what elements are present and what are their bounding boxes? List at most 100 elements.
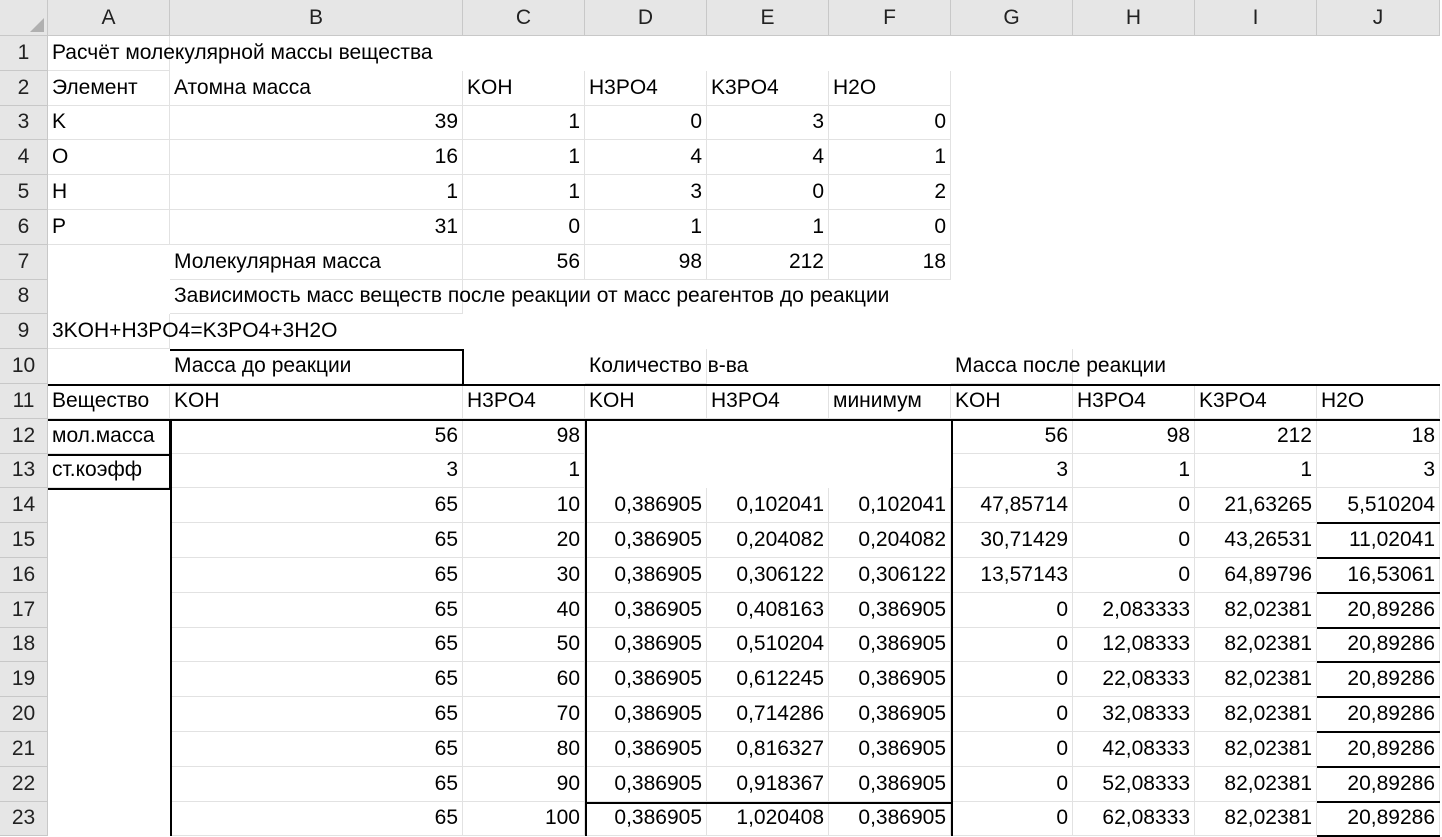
cell-e5[interactable]: 0 xyxy=(707,175,829,210)
cell-d4[interactable]: 4 xyxy=(585,140,707,176)
cell-b19[interactable]: 65 xyxy=(170,662,463,698)
cell-i16[interactable]: 64,89796 xyxy=(1195,558,1317,593)
row-header-17[interactable]: 17 xyxy=(0,592,48,628)
row-header-13[interactable]: 13 xyxy=(0,453,48,489)
cell-d16[interactable]: 0,386905 xyxy=(585,558,707,593)
cell-b22[interactable]: 65 xyxy=(170,766,463,802)
cell-d3[interactable]: 0 xyxy=(585,105,707,141)
cell-c15[interactable]: 20 xyxy=(463,523,585,558)
cell-g15[interactable]: 30,71429 xyxy=(951,523,1073,558)
cell-e23[interactable]: 1,020408 xyxy=(707,801,829,837)
cell-d21[interactable]: 0,386905 xyxy=(585,732,707,767)
column-header-e[interactable]: E xyxy=(707,0,829,36)
cell-e14[interactable]: 0,102041 xyxy=(707,488,829,524)
cell-i18[interactable]: 82,02381 xyxy=(1195,627,1317,663)
cell-e19[interactable]: 0,612245 xyxy=(707,662,829,698)
row-header-7[interactable]: 7 xyxy=(0,244,48,280)
row-header-20[interactable]: 20 xyxy=(0,697,48,732)
cell-g18[interactable]: 0 xyxy=(951,627,1073,663)
row-header-15[interactable]: 15 xyxy=(0,523,48,558)
cell-j11[interactable]: H2O xyxy=(1317,384,1440,419)
cell-g10[interactable]: Масса после реакции xyxy=(951,349,1166,384)
row-header-6[interactable]: 6 xyxy=(0,210,48,245)
column-header-f[interactable]: F xyxy=(829,0,951,36)
cell-f14[interactable]: 0,102041 xyxy=(829,488,951,524)
cell-g11[interactable]: KOH xyxy=(951,384,1073,419)
cell-b10[interactable]: Масса до реакции xyxy=(170,349,463,384)
column-header-g[interactable]: G xyxy=(951,0,1073,36)
column-header-i[interactable]: I xyxy=(1195,0,1317,36)
cell-d18[interactable]: 0,386905 xyxy=(585,627,707,663)
cell-h20[interactable]: 32,08333 xyxy=(1073,697,1195,732)
cell-c22[interactable]: 90 xyxy=(463,766,585,802)
column-header-d[interactable]: D xyxy=(585,0,707,36)
cell-c2[interactable]: KOH xyxy=(463,70,585,106)
cell-e15[interactable]: 0,204082 xyxy=(707,523,829,558)
cell-f5[interactable]: 2 xyxy=(829,175,951,210)
cell-c5[interactable]: 1 xyxy=(463,175,585,210)
column-header-h[interactable]: H xyxy=(1073,0,1195,36)
row-header-2[interactable]: 2 xyxy=(0,70,48,106)
cell-j18[interactable]: 20,89286 xyxy=(1317,627,1440,663)
cell-d7[interactable]: 98 xyxy=(585,244,707,280)
cell-a11[interactable]: Вещество xyxy=(48,384,170,419)
cell-f16[interactable]: 0,306122 xyxy=(829,558,951,593)
cell-f6[interactable]: 0 xyxy=(829,210,951,245)
cell-d14[interactable]: 0,386905 xyxy=(585,488,707,524)
cell-g21[interactable]: 0 xyxy=(951,732,1073,767)
cell-g14[interactable]: 47,85714 xyxy=(951,488,1073,524)
cell-g13[interactable]: 3 xyxy=(951,453,1073,489)
column-header-b[interactable]: B xyxy=(170,0,463,36)
cell-j17[interactable]: 20,89286 xyxy=(1317,592,1440,628)
cell-g22[interactable]: 0 xyxy=(951,766,1073,802)
cell-b2[interactable]: Атомна масса xyxy=(170,70,463,106)
cell-b17[interactable]: 65 xyxy=(170,592,463,628)
cell-a3[interactable]: K xyxy=(48,105,170,141)
cell-c14[interactable]: 10 xyxy=(463,488,585,524)
row-header-9[interactable]: 9 xyxy=(0,314,48,350)
cell-a12[interactable]: мол.масса xyxy=(48,418,170,454)
cell-b18[interactable]: 65 xyxy=(170,627,463,663)
row-header-19[interactable]: 19 xyxy=(0,662,48,698)
cell-h22[interactable]: 52,08333 xyxy=(1073,766,1195,802)
cell-e11[interactable]: H3PO4 xyxy=(707,384,829,419)
row-header-4[interactable]: 4 xyxy=(0,140,48,176)
column-header-c[interactable]: C xyxy=(463,0,585,36)
cell-i15[interactable]: 43,26531 xyxy=(1195,523,1317,558)
cell-h23[interactable]: 62,08333 xyxy=(1073,801,1195,837)
cell-i14[interactable]: 21,63265 xyxy=(1195,488,1317,524)
cell-e17[interactable]: 0,408163 xyxy=(707,592,829,628)
cell-d10[interactable]: Количество в-ва xyxy=(585,349,748,384)
cell-a2[interactable]: Элемент xyxy=(48,70,170,106)
row-header-21[interactable]: 21 xyxy=(0,732,48,767)
cell-c19[interactable]: 60 xyxy=(463,662,585,698)
cell-j13[interactable]: 3 xyxy=(1317,453,1440,489)
cell-h16[interactable]: 0 xyxy=(1073,558,1195,593)
cell-e7[interactable]: 212 xyxy=(707,244,829,280)
cell-d19[interactable]: 0,386905 xyxy=(585,662,707,698)
cell-d11[interactable]: KOH xyxy=(585,384,707,419)
cell-i12[interactable]: 212 xyxy=(1195,418,1317,454)
cell-b12[interactable]: 56 xyxy=(170,418,463,454)
cell-b3[interactable]: 39 xyxy=(170,105,463,141)
cell-b20[interactable]: 65 xyxy=(170,697,463,732)
row-header-14[interactable]: 14 xyxy=(0,488,48,524)
cell-c13[interactable]: 1 xyxy=(463,453,585,489)
cell-a4[interactable]: O xyxy=(48,140,170,176)
cell-i22[interactable]: 82,02381 xyxy=(1195,766,1317,802)
cell-d20[interactable]: 0,386905 xyxy=(585,697,707,732)
cell-b4[interactable]: 16 xyxy=(170,140,463,176)
cell-e4[interactable]: 4 xyxy=(707,140,829,176)
cell-a13[interactable]: ст.коэфф xyxy=(48,453,170,489)
cell-c20[interactable]: 70 xyxy=(463,697,585,732)
row-header-1[interactable]: 1 xyxy=(0,36,48,71)
cell-f3[interactable]: 0 xyxy=(829,105,951,141)
cell-f4[interactable]: 1 xyxy=(829,140,951,176)
cell-d5[interactable]: 3 xyxy=(585,175,707,210)
row-header-18[interactable]: 18 xyxy=(0,627,48,663)
cell-f20[interactable]: 0,386905 xyxy=(829,697,951,732)
cell-b16[interactable]: 65 xyxy=(170,558,463,593)
cell-e20[interactable]: 0,714286 xyxy=(707,697,829,732)
row-header-16[interactable]: 16 xyxy=(0,558,48,593)
cell-c16[interactable]: 30 xyxy=(463,558,585,593)
